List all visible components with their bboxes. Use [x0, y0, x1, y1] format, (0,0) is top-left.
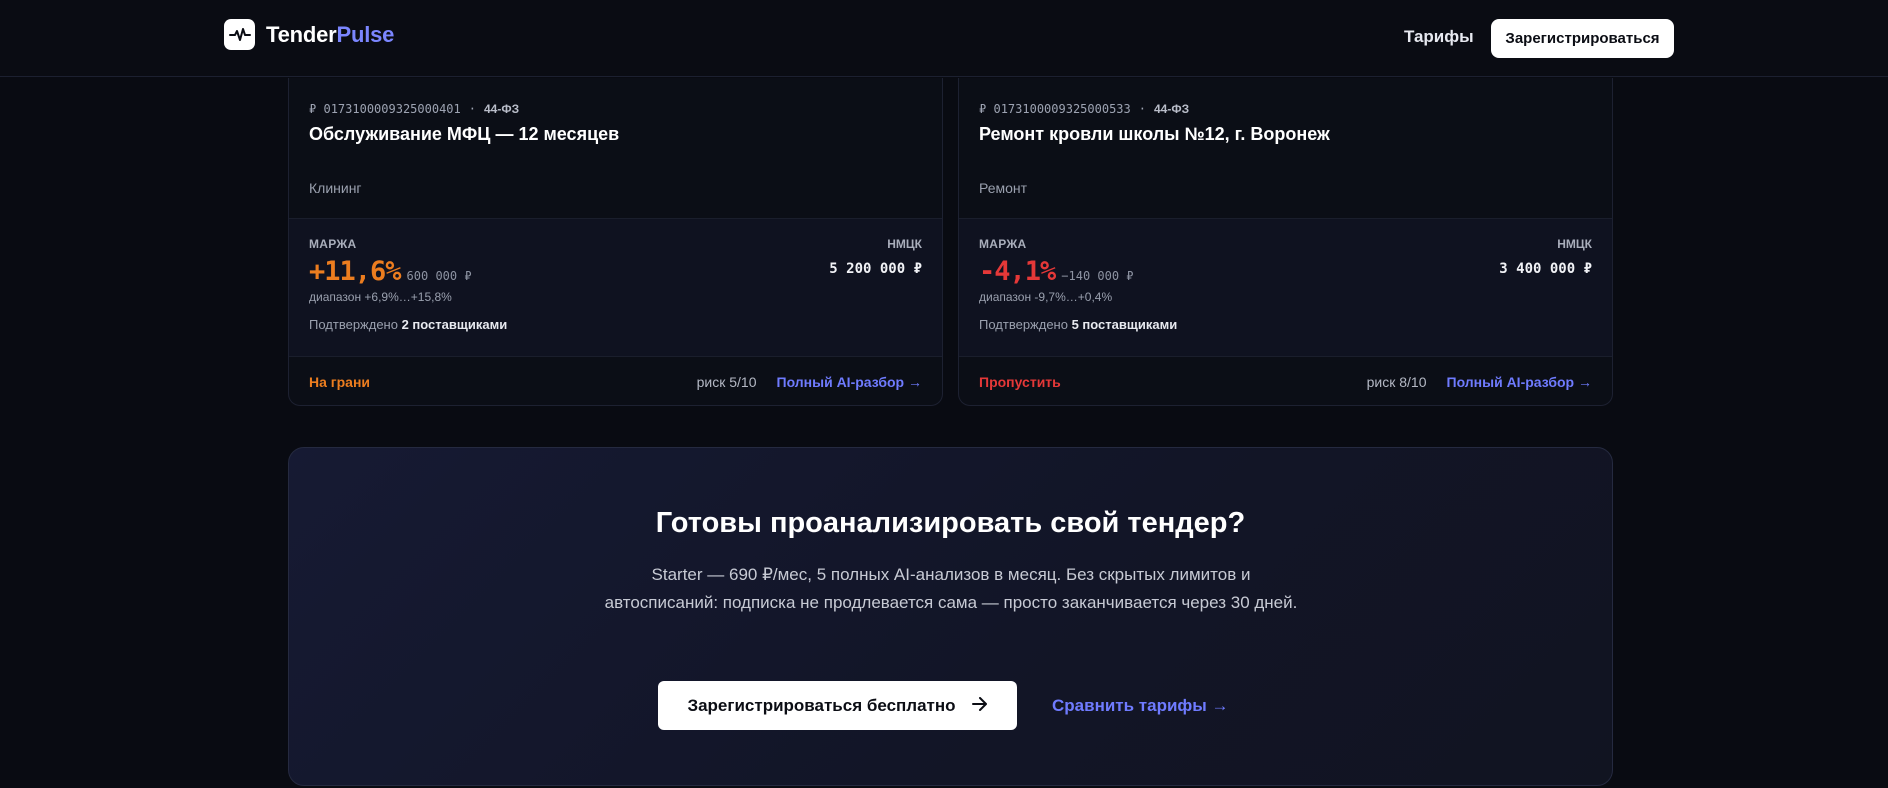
confirmed-suppliers: Подтверждено 5 поставщиками: [979, 317, 1592, 332]
brand-name-part-1: Tender: [266, 21, 337, 47]
tender-category: Ремонт: [979, 180, 1028, 196]
margin-amount: −140 000 ₽: [1061, 269, 1134, 283]
register-free-button[interactable]: Зарегистрироваться бесплатно: [658, 681, 1017, 730]
tender-category: Клининг: [309, 180, 362, 196]
confirmed-count: 2 поставщиками: [401, 317, 508, 332]
confirmed-prefix: Подтверждено: [309, 317, 398, 332]
full-ai-analysis-link[interactable]: Полный AI-разбор →: [1447, 374, 1593, 390]
tender-card-footer: На грани риск 5/10 Полный AI-разбор →: [289, 357, 942, 405]
meta-separator: ·: [468, 102, 476, 116]
cta-panel: Готовы проанализировать свой тендер? Sta…: [288, 447, 1613, 786]
ruble-icon: ₽: [309, 102, 317, 116]
register-button[interactable]: Зарегистрироваться: [1491, 19, 1674, 58]
verdict-badge: На грани: [309, 373, 371, 390]
tender-card-header: ₽ 0173100009325000533 · 44-ФЗ Ремонт кро…: [959, 78, 1612, 219]
margin-percent: +11,6%: [309, 256, 402, 287]
risk-score: риск 5/10: [696, 373, 757, 390]
tender-number: ₽ 0173100009325000533: [979, 102, 1131, 116]
tender-number-value: 0173100009325000533: [993, 102, 1131, 116]
nmck-value: 3 400 000 ₽: [1499, 261, 1592, 277]
pulse-icon: [224, 19, 255, 50]
arrow-right-icon: [971, 696, 988, 716]
confirmed-count: 5 поставщиками: [1071, 317, 1178, 332]
tender-card-footer: Пропустить риск 8/10 Полный AI-разбор →: [959, 357, 1612, 405]
confirmed-prefix: Подтверждено: [979, 317, 1068, 332]
cta-description: Starter — 690 ₽/мес, 5 полных AI-анализо…: [604, 565, 1298, 612]
tender-metrics: МАРЖА НМЦК 5 200 000 ₽ +11,6% 600 000 ₽ …: [289, 219, 942, 357]
margin-label: МАРЖА: [979, 237, 1027, 251]
ruble-icon: ₽: [979, 102, 987, 116]
brand-logo[interactable]: TenderPulse: [224, 19, 394, 50]
nav-link-tariffs[interactable]: Тарифы: [1404, 27, 1474, 47]
margin-label: МАРЖА: [309, 237, 357, 251]
tender-card: ₽ 0173100009325000533 · 44-ФЗ Ремонт кро…: [958, 78, 1613, 406]
law-badge: 44-ФЗ: [483, 102, 520, 116]
nmck-label: НМЦК: [1557, 237, 1592, 251]
margin-percent: -4,1%: [979, 256, 1056, 287]
register-free-label: Зарегистрироваться бесплатно: [687, 695, 956, 715]
tender-number-value: 0173100009325000401: [323, 102, 461, 116]
compare-tariffs-link[interactable]: Сравнить тарифы →: [1052, 696, 1229, 716]
tender-meta: ₽ 0173100009325000401 · 44-ФЗ: [309, 102, 922, 116]
tender-card: ₽ 0173100009325000401 · 44-ФЗ Обслуживан…: [288, 78, 943, 406]
tender-title[interactable]: Обслуживание МФЦ — 12 месяцев: [309, 124, 922, 145]
full-ai-analysis-link[interactable]: Полный AI-разбор →: [777, 374, 923, 390]
meta-separator: ·: [1138, 102, 1146, 116]
tender-number: ₽ 0173100009325000401: [309, 102, 461, 116]
tender-meta: ₽ 0173100009325000533 · 44-ФЗ: [979, 102, 1592, 116]
nmck-value: 5 200 000 ₽: [829, 261, 922, 277]
confirmed-suppliers: Подтверждено 2 поставщиками: [309, 317, 922, 332]
top-navigation-bar: TenderPulse Тарифы Зарегистрироваться: [0, 0, 1888, 77]
brand-name-part-2: Pulse: [336, 21, 395, 47]
margin-range: диапазон +6,9%…+15,8%: [309, 290, 452, 304]
tender-metrics: МАРЖА НМЦК 3 400 000 ₽ -4,1% −140 000 ₽ …: [959, 219, 1612, 357]
law-badge: 44-ФЗ: [1153, 102, 1190, 116]
tender-title[interactable]: Ремонт кровли школы №12, г. Воронеж: [979, 124, 1592, 145]
nmck-label: НМЦК: [887, 237, 922, 251]
risk-score: риск 8/10: [1366, 373, 1427, 390]
cta-title: Готовы проанализировать свой тендер?: [655, 507, 1246, 539]
brand-name: TenderPulse: [266, 22, 394, 48]
margin-range: диапазон -9,7%…+0,4%: [979, 290, 1113, 304]
verdict-badge: Пропустить: [979, 373, 1061, 390]
margin-amount: 600 000 ₽: [406, 269, 472, 283]
tender-card-header: ₽ 0173100009325000401 · 44-ФЗ Обслуживан…: [289, 78, 942, 219]
